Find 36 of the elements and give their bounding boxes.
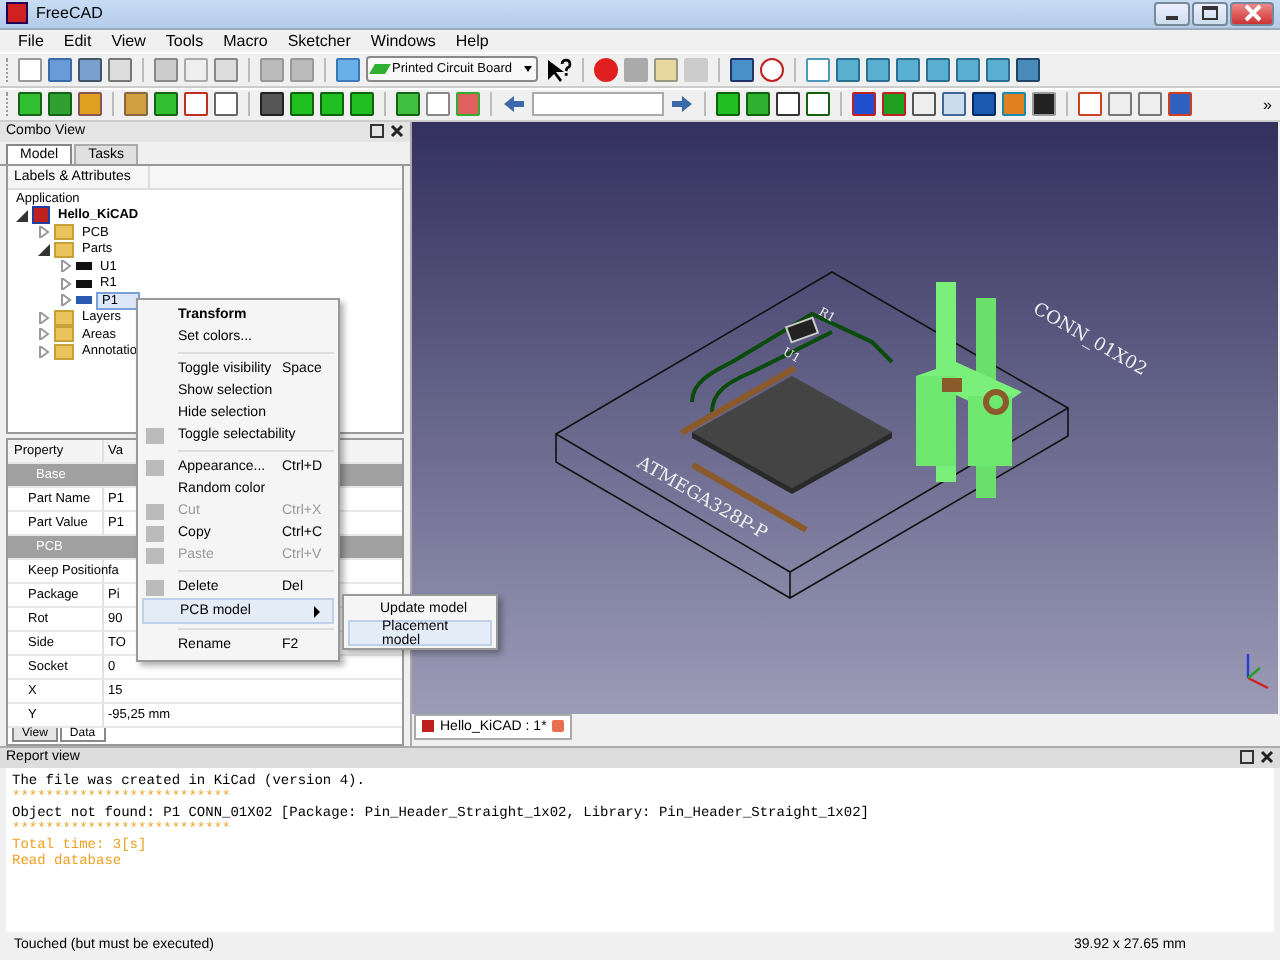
menu-item[interactable]: Edit: [53, 31, 102, 50]
toolbar-overflow-button[interactable]: »: [1263, 95, 1272, 114]
menu-item[interactable]: Sketcher: [277, 31, 361, 50]
axis-cross-icon: [1246, 653, 1269, 689]
menu-item[interactable]: Macro: [213, 31, 278, 50]
expand-arrow-icon[interactable]: [38, 311, 50, 324]
help-cursor-icon[interactable]: [544, 55, 572, 84]
close-tab-icon[interactable]: [552, 720, 565, 733]
expand-arrow-icon[interactable]: [38, 345, 50, 358]
close-panel-icon[interactable]: [1260, 750, 1274, 765]
close-button[interactable]: [1230, 1, 1274, 26]
window-title: FreeCAD: [36, 4, 103, 23]
maximize-button[interactable]: [1192, 1, 1228, 26]
menu-item[interactable]: View: [101, 31, 156, 50]
expand-arrow-icon[interactable]: [38, 226, 50, 239]
search-field[interactable]: [532, 92, 664, 117]
menu-item[interactable]: Windows: [360, 31, 446, 50]
app-icon: [6, 2, 28, 25]
menu-item[interactable]: Tools: [155, 31, 214, 50]
expand-arrow-icon[interactable]: [60, 277, 72, 290]
expand-arrow-icon[interactable]: [38, 328, 50, 341]
float-panel-icon[interactable]: [370, 124, 384, 139]
expand-arrow-icon[interactable]: [60, 294, 72, 307]
menu-item[interactable]: Help: [445, 31, 499, 50]
menu-item[interactable]: File: [8, 31, 54, 50]
collapse-arrow-icon[interactable]: [38, 243, 50, 256]
expand-arrow-icon[interactable]: [60, 260, 72, 273]
forward-arrow-icon[interactable]: [670, 94, 694, 115]
back-arrow-icon[interactable]: [502, 94, 526, 115]
close-panel-icon[interactable]: [390, 124, 404, 139]
close-icon: [1243, 4, 1261, 23]
minimize-button[interactable]: [1154, 1, 1190, 26]
collapse-arrow-icon[interactable]: [16, 209, 28, 222]
float-panel-icon[interactable]: [1240, 750, 1254, 765]
submenu-arrow-icon: [314, 605, 320, 617]
record-icon[interactable]: [594, 57, 618, 82]
